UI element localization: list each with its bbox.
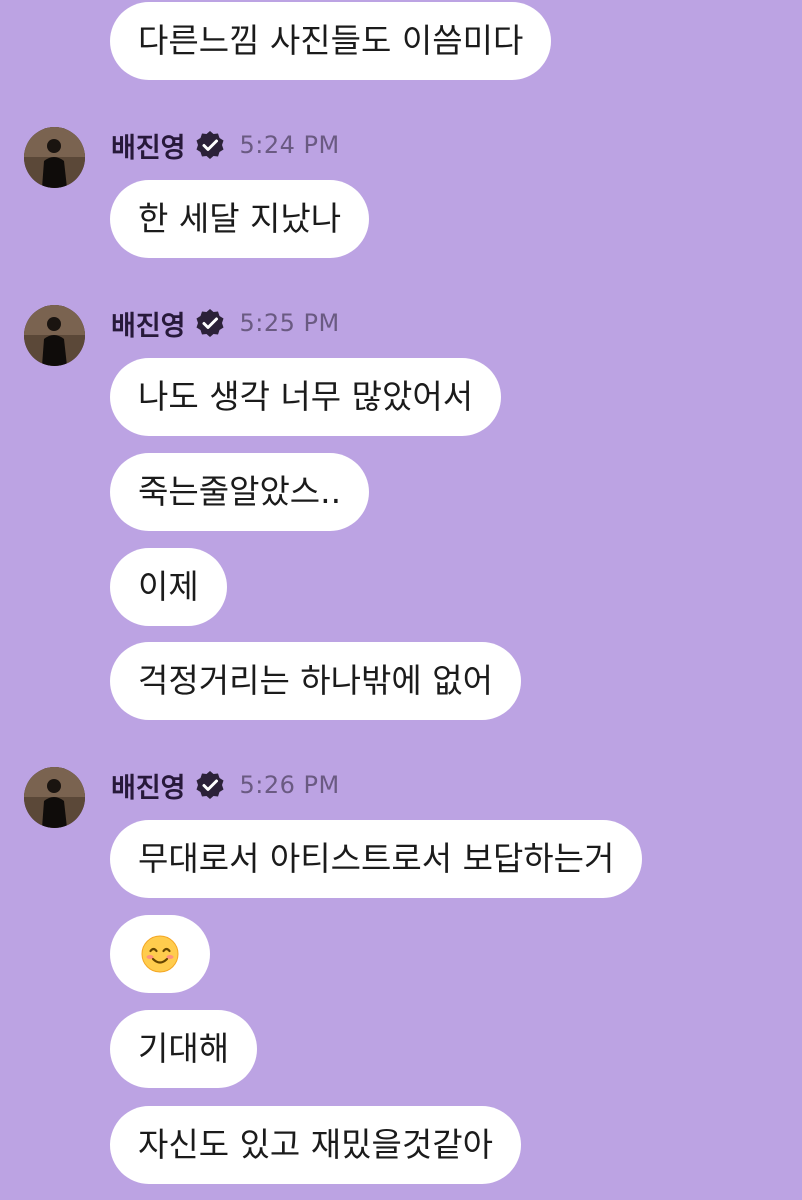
verified-badge-icon [196, 131, 224, 159]
emoji-message-bubble[interactable] [110, 915, 210, 993]
sender-avatar[interactable] [24, 305, 85, 366]
chat-thread: 다른느낌 사진들도 이씀미다 배진영 5:24 PM 한 세달 지났나 배진영 [0, 0, 802, 1200]
message-bubble[interactable]: 나도 생각 너무 많았어서 [110, 358, 502, 436]
timestamp: 5:25 PM [239, 309, 340, 337]
message-header: 배진영 5:25 PM [111, 303, 340, 343]
smiling-face-icon [141, 935, 179, 973]
message-bubble[interactable]: 걱정거리는 하나밖에 없어 [110, 642, 521, 720]
sender-avatar[interactable] [24, 767, 85, 828]
message-header: 배진영 5:24 PM [111, 125, 340, 165]
verified-badge-icon [196, 309, 224, 337]
message-bubble[interactable]: 이제 [110, 548, 227, 626]
sender-name[interactable]: 배진영 [111, 766, 186, 805]
message-bubble[interactable]: 기대해 [110, 1010, 258, 1088]
message-bubble[interactable]: 자신도 있고 재밌을것같아 [110, 1106, 521, 1184]
verified-badge-icon [196, 771, 224, 799]
timestamp: 5:26 PM [239, 771, 340, 799]
message-bubble[interactable]: 다른느낌 사진들도 이씀미다 [110, 2, 552, 80]
message-bubble[interactable]: 한 세달 지났나 [110, 180, 370, 258]
message-bubble[interactable]: 죽는줄알았스.. [110, 453, 370, 531]
sender-name[interactable]: 배진영 [111, 304, 186, 343]
sender-name[interactable]: 배진영 [111, 126, 186, 165]
timestamp: 5:24 PM [239, 131, 340, 159]
sender-avatar[interactable] [24, 127, 85, 188]
message-bubble[interactable]: 무대로서 아티스트로서 보답하는거 [110, 820, 643, 898]
message-header: 배진영 5:26 PM [111, 765, 340, 805]
